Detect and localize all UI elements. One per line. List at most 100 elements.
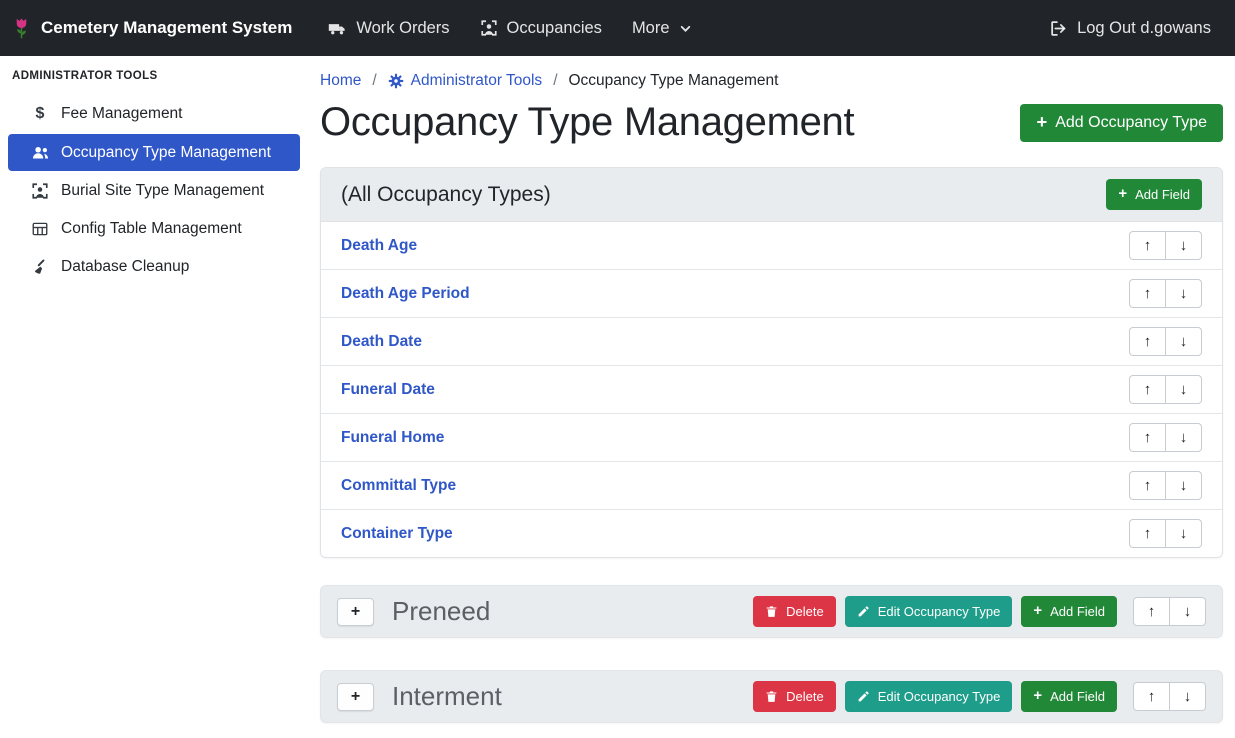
arrow-up-icon: ↑ [1144,333,1152,350]
move-down-button[interactable]: ↓ [1169,597,1206,626]
add-occupancy-type-button[interactable]: + Add Occupancy Type [1020,104,1223,142]
flower-logo-icon [12,15,31,41]
move-down-button[interactable]: ↓ [1165,279,1202,308]
occupancy-type-title: Preneed [392,596,490,627]
nav-work-orders[interactable]: Work Orders [328,19,449,38]
breadcrumb: Home / Administrator Tools [320,72,1223,90]
move-up-button[interactable]: ↑ [1129,519,1166,548]
sidebar-item-fee-management[interactable]: $ Fee Management [8,96,300,132]
move-up-button[interactable]: ↑ [1129,327,1166,356]
plus-icon: + [351,603,360,621]
add-field-button[interactable]: + Add Field [1021,681,1117,712]
sidebar: ADMINISTRATOR TOOLS $ Fee Management Occ… [0,56,308,738]
add-field-label: Add Field [1135,187,1190,202]
sidebar-item-burial-site-type-management[interactable]: Burial Site Type Management [8,173,300,209]
arrow-up-icon: ↑ [1144,285,1152,302]
breadcrumb-separator: / [553,72,557,90]
occupancy-type-section-interment: + Interment Delete [320,670,1223,723]
edit-occupancy-type-label: Edit Occupancy Type [878,689,1001,704]
sidebar-item-label: Occupancy Type Management [61,144,271,162]
move-up-button[interactable]: ↑ [1129,231,1166,260]
breadcrumb-admin-tools-link[interactable]: Administrator Tools [388,72,543,90]
move-up-button[interactable]: ↑ [1129,471,1166,500]
move-up-button[interactable]: ↑ [1133,597,1170,626]
move-up-button[interactable]: ↑ [1129,423,1166,452]
move-down-button[interactable]: ↓ [1165,327,1202,356]
reorder-buttons: ↑ ↓ [1129,375,1202,404]
plus-icon: + [1118,187,1127,202]
move-down-button[interactable]: ↓ [1165,423,1202,452]
move-down-button[interactable]: ↓ [1169,682,1206,711]
dollar-icon: $ [30,105,50,123]
truck-icon [328,19,347,38]
move-down-button[interactable]: ↓ [1165,231,1202,260]
sidebar-item-database-cleanup[interactable]: Database Cleanup [8,249,300,285]
plus-icon: + [1033,689,1042,704]
field-link[interactable]: Funeral Home [341,429,444,447]
move-down-button[interactable]: ↓ [1165,375,1202,404]
move-down-button[interactable]: ↓ [1165,519,1202,548]
add-field-label: Add Field [1050,689,1105,704]
arrow-up-icon: ↑ [1144,429,1152,446]
edit-occupancy-type-label: Edit Occupancy Type [878,604,1001,619]
field-link[interactable]: Death Age [341,237,417,255]
person-bounding-box-icon [30,182,50,200]
section-actions: Delete Edit Occupancy Type + Add Field [753,681,1206,712]
logout-label: Log Out d.gowans [1077,19,1211,38]
add-field-button[interactable]: + Add Field [1021,596,1117,627]
nav-occupancies[interactable]: Occupancies [480,19,602,38]
add-field-button[interactable]: + Add Field [1106,179,1202,210]
plus-icon: + [1033,604,1042,619]
sidebar-header: ADMINISTRATOR TOOLS [0,70,308,94]
pencil-icon [857,690,870,703]
breadcrumb-admin-tools-label: Administrator Tools [411,72,543,90]
arrow-down-icon: ↓ [1180,429,1188,446]
top-navbar: Cemetery Management System Work Orders O… [0,0,1235,56]
users-icon [30,143,50,162]
breadcrumb-home-link[interactable]: Home [320,72,361,90]
section-actions: Delete Edit Occupancy Type + Add Field [753,596,1206,627]
expand-button[interactable]: + [337,598,374,626]
expand-button[interactable]: + [337,683,374,711]
logout-icon [1049,19,1068,38]
move-up-button[interactable]: ↑ [1129,279,1166,308]
nav-more[interactable]: More [632,19,692,38]
field-link[interactable]: Death Date [341,333,422,351]
arrow-down-icon: ↓ [1184,688,1192,705]
sidebar-item-label: Config Table Management [61,220,242,238]
field-row: Container Type ↑ ↓ [321,509,1222,557]
arrow-down-icon: ↓ [1180,237,1188,254]
reorder-buttons: ↑ ↓ [1129,231,1202,260]
arrow-down-icon: ↓ [1180,381,1188,398]
plus-icon: + [351,688,360,706]
delete-label: Delete [786,604,824,619]
sidebar-item-occupancy-type-management[interactable]: Occupancy Type Management [8,134,300,171]
gear-icon [388,73,404,89]
arrow-up-icon: ↑ [1144,525,1152,542]
field-link[interactable]: Committal Type [341,477,456,495]
move-up-button[interactable]: ↑ [1129,375,1166,404]
move-down-button[interactable]: ↓ [1165,471,1202,500]
all-occupancy-types-card: (All Occupancy Types) + Add Field Death … [320,167,1223,558]
sidebar-item-label: Burial Site Type Management [61,182,264,200]
field-link[interactable]: Container Type [341,525,453,543]
nav-occupancies-label: Occupancies [507,19,602,38]
occupancy-type-title: Interment [392,681,502,712]
app-brand[interactable]: Cemetery Management System [12,15,292,41]
logout-button[interactable]: Log Out d.gowans [1049,19,1211,38]
delete-button[interactable]: Delete [753,596,836,627]
field-row: Funeral Date ↑ ↓ [321,365,1222,413]
delete-button[interactable]: Delete [753,681,836,712]
edit-occupancy-type-button[interactable]: Edit Occupancy Type [845,596,1013,627]
edit-occupancy-type-button[interactable]: Edit Occupancy Type [845,681,1013,712]
reorder-buttons: ↑ ↓ [1133,597,1206,626]
arrow-down-icon: ↓ [1180,477,1188,494]
field-link[interactable]: Death Age Period [341,285,470,303]
field-row: Death Date ↑ ↓ [321,317,1222,365]
move-up-button[interactable]: ↑ [1133,682,1170,711]
sidebar-item-config-table-management[interactable]: Config Table Management [8,211,300,247]
field-link[interactable]: Funeral Date [341,381,435,399]
sidebar-item-label: Database Cleanup [61,258,189,276]
breadcrumb-separator: / [372,72,376,90]
plus-icon: + [1036,113,1047,131]
